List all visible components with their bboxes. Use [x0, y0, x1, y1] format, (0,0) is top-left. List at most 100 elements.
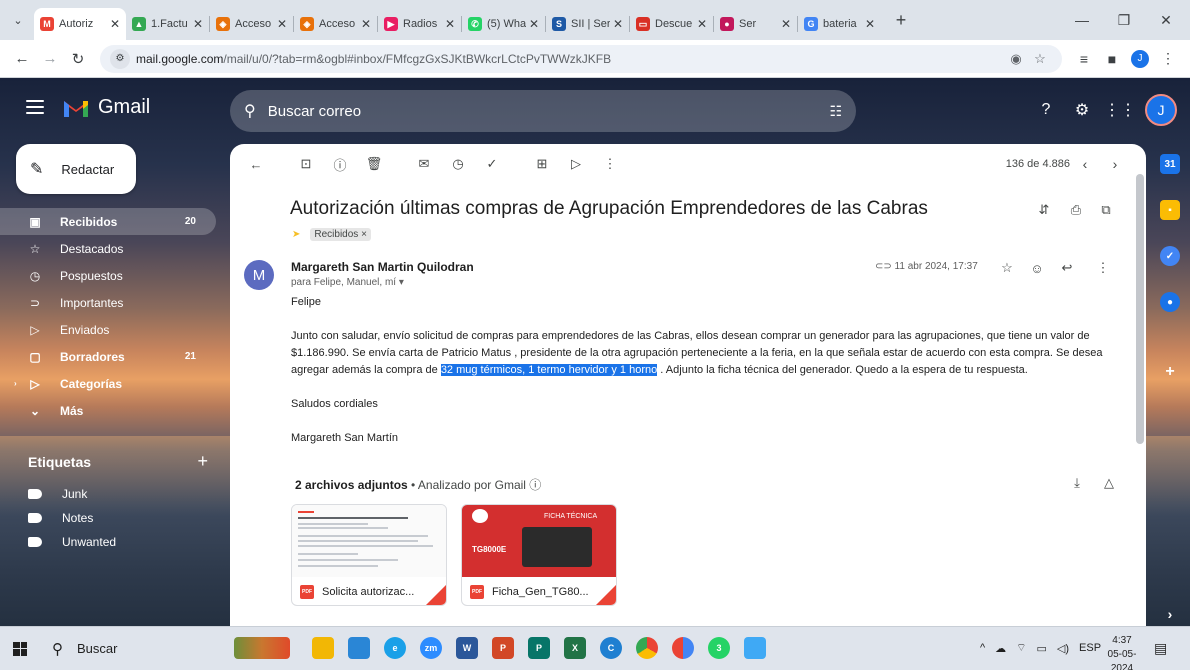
nav-item-borradores[interactable]: ▢ Borradores 21 [0, 343, 216, 370]
word-app-icon[interactable]: W [450, 631, 484, 665]
volume-icon[interactable]: ◁) [1057, 642, 1069, 655]
add-task-icon[interactable]: ✓ [480, 152, 504, 176]
search-bar[interactable]: ⚲ Buscar correo ☷ [230, 90, 856, 132]
nav-item-recibidos[interactable]: ▣ Recibidos 20 [0, 208, 216, 235]
close-tab-icon[interactable]: ✕ [865, 17, 875, 31]
search-options-icon[interactable]: ☷ [829, 103, 842, 120]
nav-item-enviados[interactable]: ▷ Enviados [0, 316, 216, 343]
taskbar-news-widget[interactable] [232, 631, 292, 665]
star-icon[interactable]: ☆ [996, 257, 1018, 279]
close-tab-icon[interactable]: ✕ [361, 17, 371, 31]
nav-item-pospuestos[interactable]: ◷ Pospuestos [0, 262, 216, 289]
print-icon[interactable]: ⎙ [1064, 198, 1088, 222]
snooze-icon[interactable]: ◷ [446, 152, 470, 176]
label-item[interactable]: Junk [0, 482, 216, 506]
site-info-icon[interactable]: ⚙ [110, 48, 130, 69]
recipients-details[interactable]: para Felipe, Manuel, mí ▾ [291, 277, 404, 288]
address-bar[interactable]: ⚙ mail.google.com/mail/u/0/?tab=rm&ogbl#… [100, 44, 1062, 73]
compose-button[interactable]: ✎ Redactar [16, 144, 136, 194]
whatsapp-app-icon[interactable]: 3 [702, 631, 736, 665]
browser-tab[interactable]: ▶ Radios ✕ [378, 8, 461, 40]
chrome-profile-app-icon[interactable] [666, 631, 700, 665]
tab-search-button[interactable]: ⌄ [6, 8, 30, 32]
browser-menu-icon[interactable]: ⋮ [1154, 45, 1182, 73]
nav-item-categorias[interactable]: › ▷ Categorías [0, 370, 216, 397]
keep-icon[interactable]: ▪ [1160, 200, 1180, 220]
label-icon[interactable]: ▷ [564, 152, 588, 176]
powerpoint-app-icon[interactable]: P [486, 631, 520, 665]
restore-button[interactable]: ❐ [1104, 6, 1144, 34]
older-chevron-icon[interactable]: › [1100, 152, 1130, 176]
download-all-icon[interactable]: ⤓ [1066, 472, 1088, 494]
nav-item-mas[interactable]: ⌄ Más [0, 397, 216, 424]
close-tab-icon[interactable]: ✕ [110, 17, 120, 31]
reload-button[interactable]: ↻ [64, 45, 92, 73]
back-button[interactable]: ← [8, 45, 36, 73]
scrollbar-thumb[interactable] [1136, 174, 1144, 444]
browser-tab[interactable]: ✆ (5) Wha ✕ [462, 8, 545, 40]
bookmark-star-icon[interactable]: ☆ [1028, 47, 1052, 71]
chrome-app-icon[interactable] [630, 631, 664, 665]
close-tab-icon[interactable]: ✕ [277, 17, 287, 31]
notifications-icon[interactable]: ▤ [1154, 640, 1167, 657]
sender-name[interactable]: Margareth San Martin Quilodran [291, 260, 474, 274]
attachment-card[interactable]: PDF Solicita autorizac... [291, 504, 447, 606]
edge-browser-icon[interactable]: e [378, 631, 412, 665]
close-tab-icon[interactable]: ✕ [613, 17, 623, 31]
label-item[interactable]: Unwanted [0, 530, 216, 554]
close-tab-icon[interactable]: ✕ [529, 17, 539, 31]
reading-list-icon[interactable]: ≡ [1070, 45, 1098, 73]
paint-app-icon[interactable] [738, 631, 772, 665]
search-icon[interactable]: ⚲ [244, 101, 256, 121]
report-spam-icon[interactable]: ⓘ [328, 152, 352, 176]
ccleaner-app-icon[interactable]: C [594, 631, 628, 665]
scrollbar[interactable] [1136, 166, 1144, 546]
attachment-card[interactable]: FICHA TÉCNICA TG8000E PDF Ficha_Gen_TG80… [461, 504, 617, 606]
browser-tab[interactable]: ◈ Acceso ✕ [210, 8, 293, 40]
file-explorer-icon[interactable] [306, 631, 340, 665]
browser-tab[interactable]: S SII | Ser ✕ [546, 8, 629, 40]
expand-all-icon[interactable]: ⇵ [1032, 198, 1056, 222]
browser-tab[interactable]: Gbateria ✕ [798, 8, 881, 40]
main-menu-icon[interactable] [26, 100, 44, 114]
account-avatar[interactable]: J [1145, 94, 1177, 126]
forward-button[interactable]: → [36, 45, 64, 73]
tasks-icon[interactable]: ✓ [1160, 246, 1180, 266]
language-indicator[interactable]: ESP [1079, 642, 1101, 654]
inbox-label-chip[interactable]: Recibidos × [310, 228, 371, 241]
browser-tab[interactable]: ▲ 1.Factu ✕ [126, 8, 209, 40]
network-icon[interactable]: ⌔ [1016, 641, 1026, 655]
taskbar-clock[interactable]: 4:37 05-05-2024 [1100, 634, 1144, 670]
importance-marker-icon[interactable]: ➤ [292, 229, 300, 240]
battery-icon[interactable]: ▭ [1037, 642, 1047, 655]
publisher-app-icon[interactable]: P [522, 631, 556, 665]
close-tab-icon[interactable]: ✕ [697, 17, 707, 31]
newer-chevron-icon[interactable]: ‹ [1070, 152, 1100, 176]
close-tab-icon[interactable]: ✕ [781, 17, 791, 31]
photos-app-icon[interactable] [342, 631, 376, 665]
close-tab-icon[interactable]: ✕ [193, 17, 203, 31]
delete-icon[interactable]: 🗑 [362, 152, 386, 176]
new-tab-button[interactable]: + [887, 6, 915, 34]
onedrive-icon[interactable]: ☁ [995, 642, 1006, 655]
calendar-icon[interactable]: 31 [1160, 154, 1180, 174]
label-item[interactable]: Notes [0, 506, 216, 530]
minimize-button[interactable]: — [1062, 6, 1102, 34]
nav-item-importantes[interactable]: ⊃ Importantes [0, 289, 216, 316]
open-new-window-icon[interactable]: ⧉ [1094, 198, 1118, 222]
close-tab-icon[interactable]: ✕ [445, 17, 455, 31]
close-window-button[interactable]: ✕ [1146, 6, 1186, 34]
settings-gear-icon[interactable]: ⚙ [1068, 96, 1096, 124]
browser-tab[interactable]: ● Ser ✕ [714, 8, 797, 40]
tracking-eye-icon[interactable]: ◉ [1004, 47, 1028, 71]
mark-unread-icon[interactable]: ✉ [412, 152, 436, 176]
apps-grid-icon[interactable]: ⋮⋮ [1104, 96, 1136, 124]
help-icon[interactable]: ? [1032, 96, 1060, 124]
browser-tab[interactable]: M Autoriz ✕ [34, 8, 126, 40]
show-hidden-icons-icon[interactable]: ^ [980, 642, 985, 654]
browser-tab[interactable]: ▭ Descue ✕ [630, 8, 713, 40]
back-to-inbox-icon[interactable]: ← [244, 152, 268, 176]
archive-icon[interactable]: ⊡ [294, 152, 318, 176]
contacts-icon[interactable]: ● [1160, 292, 1180, 312]
browser-tab[interactable]: ◈ Acceso ✕ [294, 8, 377, 40]
